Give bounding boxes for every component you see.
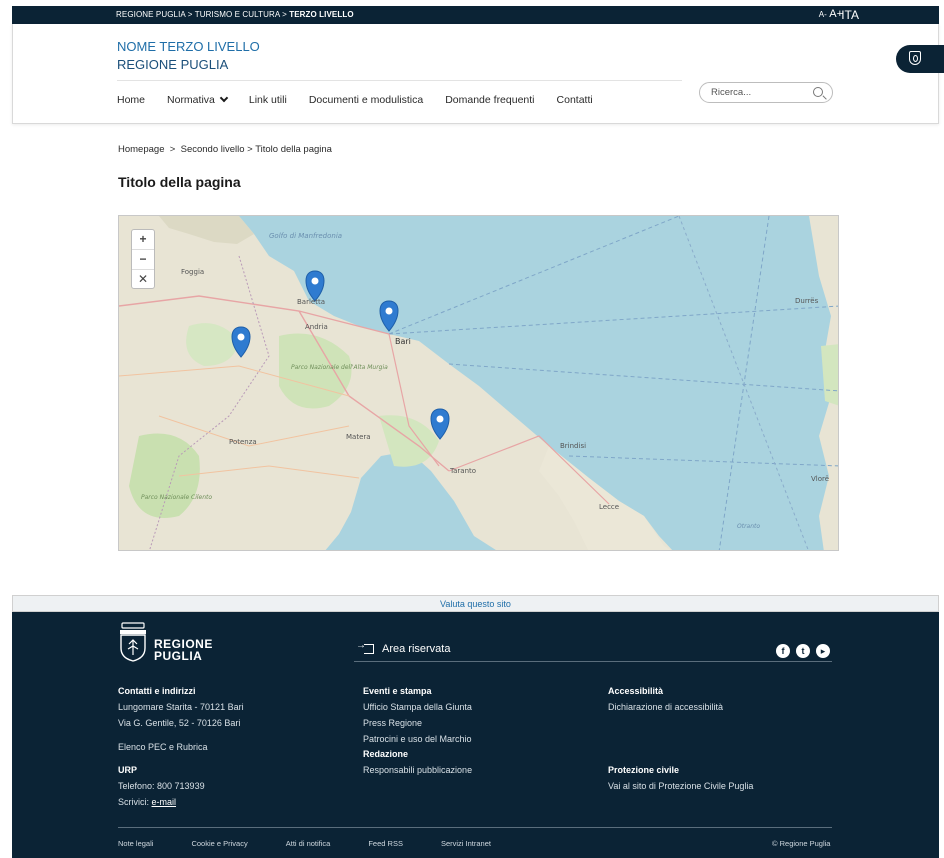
events-link-ufficio-stampa[interactable]: Ufficio Stampa della Giunta [363, 699, 472, 715]
footer-logo-text: REGIONE PUGLIA [154, 638, 213, 662]
urp-write: Scrivici: e-mail [118, 794, 244, 810]
address-line-1: Lungomare Starita - 70121 Bari [118, 702, 244, 712]
civil-protection-link[interactable]: Vai al sito di Protezione Civile Puglia [608, 778, 753, 794]
page-title: Titolo della pagina [118, 174, 241, 190]
shield-icon [909, 51, 921, 65]
civil-protection-heading: Protezione civile [608, 765, 680, 775]
nav-item-normativa[interactable]: Normativa [167, 93, 229, 106]
login-arrow-icon [356, 640, 374, 654]
redazione-link[interactable]: Responsabili pubblicazione [363, 762, 472, 778]
area-riservata-label: Area riservata [382, 643, 451, 655]
top-breadcrumb: REGIONE PUGLIA > TURISMO E CULTURA > TER… [116, 10, 354, 19]
font-size-controls: A- A+ [819, 8, 843, 20]
map-label-park-2: Parco Nazionale Cilento [141, 494, 212, 501]
breadcrumb-separator: > [169, 144, 176, 155]
breadcrumb-separator: > [247, 144, 253, 155]
language-selector[interactable]: ITA [841, 8, 859, 22]
nav-item-documenti[interactable]: Documenti e modulistica [309, 94, 423, 106]
nav-item-faq[interactable]: Domande frequenti [445, 94, 534, 106]
logo-line-2: PUGLIA [154, 649, 203, 663]
email-link[interactable]: e-mail [152, 797, 177, 807]
footer-bottom-links: Note legali Cookie e Privacy Atti di not… [118, 839, 529, 848]
facebook-icon[interactable]: f [776, 644, 790, 658]
servizi-intranet-link[interactable]: Servizi Intranet [441, 839, 491, 848]
youtube-icon[interactable]: ▸ [816, 644, 830, 658]
nav-item-home[interactable]: Home [117, 94, 145, 106]
search-placeholder: Ricerca... [711, 87, 752, 98]
footer-accessibility-column: Accessibilità Dichiarazione di accessibi… [608, 684, 753, 794]
map-zoom-in-button[interactable]: + [132, 230, 154, 250]
footer-divider [354, 661, 832, 662]
map-label-gulf: Golfo di Manfredonia [269, 232, 342, 240]
search-input[interactable]: Ricerca... [699, 82, 833, 103]
map-label-lecce: Lecce [599, 503, 619, 511]
nav-item-contatti[interactable]: Contatti [557, 94, 593, 106]
top-crumb-current: TERZO LIVELLO [289, 10, 354, 19]
breadcrumb-secondo-livello[interactable]: Secondo livello [181, 144, 245, 155]
feed-rss-link[interactable]: Feed RSS [368, 839, 403, 848]
main-nav: Home Normativa Link utili Documenti e mo… [117, 93, 615, 106]
map-label-brindisi: Brindisi [560, 442, 586, 450]
atti-notifica-link[interactable]: Atti di notifica [286, 839, 331, 848]
nav-divider [117, 80, 682, 81]
urp-phone: Telefono: 800 713939 [118, 781, 205, 791]
contacts-heading: Contatti e indirizzi [118, 686, 196, 696]
chevron-down-icon [219, 93, 229, 103]
map-zoom-out-button[interactable]: − [132, 250, 154, 270]
events-heading: Eventi e stampa [363, 686, 432, 696]
site-footer: REGIONE PUGLIA Area riservata f t ▸ Cont… [12, 612, 939, 858]
map-label-bari: Bari [395, 337, 411, 346]
map-label-taranto: Taranto [449, 467, 476, 475]
site-title[interactable]: NOME TERZO LIVELLO [117, 38, 260, 56]
accessibility-link[interactable]: Dichiarazione di accessibilità [608, 699, 753, 715]
accessibility-heading: Accessibilità [608, 686, 664, 696]
copyright: © Regione Puglia [772, 839, 831, 848]
top-crumb-turismo[interactable]: TURISMO E CULTURA [195, 10, 280, 19]
map[interactable]: Foggia Barletta Andria Bari Potenza Mate… [118, 215, 839, 551]
note-legali-link[interactable]: Note legali [118, 839, 153, 848]
map-label-durres: Durrës [795, 297, 819, 305]
map-reset-button[interactable]: ✕ [132, 270, 154, 290]
regione-puglia-emblem-icon [120, 622, 146, 662]
area-riservata-link[interactable]: Area riservata [356, 640, 451, 655]
address-line-2: Via G. Gentile, 52 - 70126 Bari [118, 718, 241, 728]
map-label-andria: Andria [305, 323, 328, 331]
footer-events-column: Eventi e stampa Ufficio Stampa della Giu… [363, 684, 472, 778]
map-label-otranto: Otranto [737, 523, 760, 530]
map-label-barletta: Barletta [297, 298, 325, 306]
search-icon[interactable] [813, 87, 823, 97]
map-label-vlore: Vlorë [811, 475, 829, 483]
footer-bottom-divider [118, 827, 832, 828]
site-subtitle[interactable]: REGIONE PUGLIA [117, 56, 228, 74]
top-bar: REGIONE PUGLIA > TURISMO E CULTURA > TER… [12, 6, 939, 24]
nav-item-normativa-label: Normativa [167, 94, 215, 106]
pec-link[interactable]: Elenco PEC e Rubrica [118, 739, 244, 755]
accessibility-badge[interactable] [896, 45, 944, 73]
top-crumb-regione[interactable]: REGIONE PUGLIA [116, 10, 185, 19]
nav-item-link-utili[interactable]: Link utili [249, 94, 287, 106]
map-tiles: Foggia Barletta Andria Bari Potenza Mate… [119, 216, 838, 550]
map-label-foggia: Foggia [181, 268, 204, 276]
cookie-privacy-link[interactable]: Cookie e Privacy [191, 839, 247, 848]
rate-site-link[interactable]: Valuta questo sito [12, 595, 939, 612]
twitter-icon[interactable]: t [796, 644, 810, 658]
site-header: NOME TERZO LIVELLO REGIONE PUGLIA Home N… [12, 24, 939, 124]
social-links: f t ▸ [776, 644, 836, 658]
font-decrease-button[interactable]: A- [819, 10, 827, 19]
footer-logo[interactable]: REGIONE PUGLIA [118, 622, 228, 676]
breadcrumb-current: Titolo della pagina [255, 144, 332, 155]
events-link-press[interactable]: Press Regione [363, 715, 472, 731]
breadcrumb-homepage[interactable]: Homepage [118, 144, 164, 155]
urp-heading: URP [118, 765, 138, 775]
map-label-matera: Matera [346, 433, 371, 441]
map-label-potenza: Potenza [229, 438, 257, 446]
map-zoom-controls: + − ✕ [131, 229, 155, 289]
redazione-heading: Redazione [363, 749, 409, 759]
urp-write-prefix: Scrivici: [118, 797, 152, 807]
footer-contacts-column: Contatti e indirizzi Lungomare Starita -… [118, 684, 244, 810]
events-link-patrocini[interactable]: Patrocini e uso del Marchio [363, 731, 472, 747]
map-label-park-1: Parco Nazionale dell'Alta Murgia [291, 364, 388, 371]
breadcrumb: Homepage > Secondo livello > Titolo dell… [118, 144, 332, 155]
